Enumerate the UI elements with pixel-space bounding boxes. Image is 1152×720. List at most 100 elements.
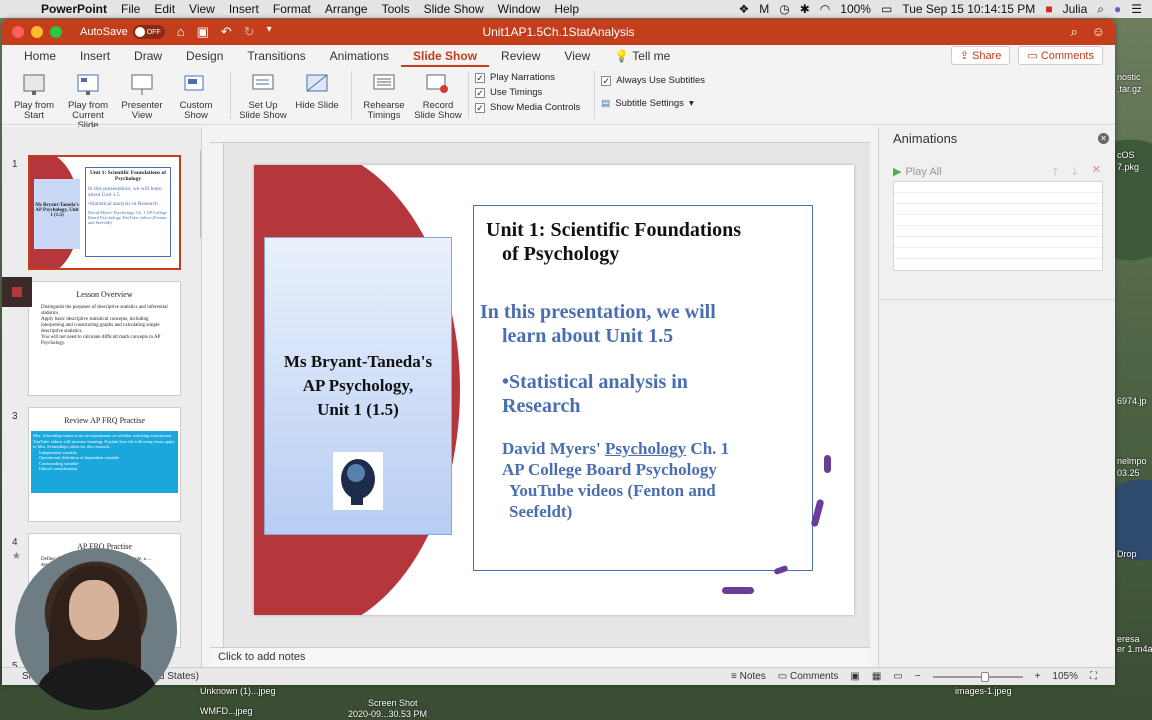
delete-icon[interactable]: ✕ (1092, 163, 1101, 182)
notes-toggle[interactable]: ≡ Notes (731, 671, 766, 682)
slide-sorter-icon[interactable]: ▦ (872, 671, 881, 682)
slide-thumbnail[interactable]: Review AP FRQ Practise Mrs. Schmidlap wa… (28, 407, 181, 522)
menu-file[interactable]: File (114, 2, 147, 16)
set-up-slide-show-button[interactable]: Set Up Slide Show (237, 71, 289, 121)
tab-slide-show[interactable]: Slide Show (401, 49, 490, 67)
slide-canvas[interactable]: Ms Bryant-Taneda's AP Psychology, Unit 1… (254, 165, 854, 615)
user-menu[interactable]: Julia (1063, 2, 1088, 16)
desktop-label[interactable]: WMFD...jpeg (200, 706, 253, 716)
ref-link[interactable]: Psychology (605, 439, 686, 458)
tab-draw[interactable]: Draw (122, 49, 174, 67)
zoom-out-icon[interactable]: − (915, 671, 921, 682)
zoom-window-button[interactable] (50, 26, 62, 38)
spotlight-search-icon[interactable]: ⌕ (1097, 2, 1104, 17)
always-use-subtitles-checkbox[interactable]: ✓ Always Use Subtitles (601, 75, 705, 86)
close-icon[interactable]: ✕ (1098, 133, 1109, 144)
use-timings-checkbox[interactable]: ✓ Use Timings (475, 87, 580, 98)
content-textbox[interactable]: Unit 1: Scientific Foundations of Psycho… (473, 205, 813, 571)
slide-show-view-icon[interactable]: ▭ (893, 671, 902, 682)
desktop-label[interactable]: Unknown (1)...jpeg (200, 686, 276, 696)
thumbnails-scrollbar[interactable] (200, 149, 201, 239)
desktop-label[interactable]: 6974.jp (1117, 396, 1147, 406)
menu-slide-show[interactable]: Slide Show (417, 2, 491, 16)
zoom-slider-knob[interactable] (980, 671, 989, 682)
search-icon[interactable]: ⌕ (1070, 24, 1077, 40)
play-narrations-checkbox[interactable]: ✓ Play Narrations (475, 72, 580, 83)
play-from-current-slide-button[interactable]: Play from Current Slide (62, 71, 114, 131)
notification-center-icon[interactable]: ☰ (1131, 2, 1142, 16)
tab-home[interactable]: Home (12, 49, 68, 67)
slide-thumbnail[interactable]: Ms Bryant-Taneda's AP Psychology, Unit 1… (28, 155, 181, 270)
slide-thumbnail[interactable]: Lesson Overview Distinguish the purposes… (28, 281, 181, 396)
close-window-button[interactable] (12, 26, 24, 38)
desktop-label[interactable]: eresa (1117, 634, 1140, 644)
comments-button[interactable]: ▭ Comments (1018, 46, 1103, 65)
clock[interactable]: Tue Sep 15 10:14:15 PM (902, 2, 1035, 16)
menu-insert[interactable]: Insert (222, 2, 266, 16)
menu-help[interactable]: Help (547, 2, 586, 16)
record-overlay-button[interactable] (2, 277, 32, 307)
desktop-label[interactable]: cOS (1117, 150, 1135, 160)
normal-view-icon[interactable]: ▣ (850, 671, 859, 682)
minimize-window-button[interactable] (31, 26, 43, 38)
menu-format[interactable]: Format (266, 2, 318, 16)
redo-icon[interactable]: ↻ (244, 24, 255, 40)
play-all-button[interactable]: ▶ Play All (893, 165, 942, 179)
show-media-controls-checkbox[interactable]: ✓ Show Media Controls (475, 102, 580, 113)
comments-toggle[interactable]: ▭ Comments (778, 671, 839, 682)
desktop-label[interactable]: .tar.gz (1117, 84, 1142, 94)
presenter-view-button[interactable]: Presenter View (116, 71, 168, 121)
fit-to-window-icon[interactable]: ⛶ (1090, 671, 1097, 682)
custom-show-button[interactable]: Custom Show (170, 71, 222, 121)
rehearse-timings-button[interactable]: Rehearse Timings (358, 71, 410, 121)
language-indicator[interactable]: d States) (159, 671, 199, 682)
tab-insert[interactable]: Insert (68, 49, 122, 67)
battery-percent[interactable]: 100% (840, 2, 871, 16)
subtitle-settings-dropdown[interactable]: ▤ Subtitle Settings ▾ (601, 98, 705, 109)
title-card[interactable]: Ms Bryant-Taneda's AP Psychology, Unit 1… (264, 237, 452, 535)
desktop-label[interactable]: 2020-09...30.53 PM (348, 709, 427, 719)
siri-icon[interactable]: ● (1114, 2, 1121, 16)
desktop-label[interactable]: images-1.jpeg (955, 686, 1012, 696)
tab-review[interactable]: Review (489, 49, 552, 67)
tab-transitions[interactable]: Transitions (235, 49, 317, 67)
wifi-icon[interactable]: ◠ (820, 2, 830, 16)
bluetooth-icon[interactable]: ✱ (800, 2, 810, 16)
flag-icon[interactable]: ■ (1045, 2, 1052, 16)
home-icon[interactable]: ⌂ (177, 24, 185, 40)
desktop-label[interactable]: Screen Shot (368, 698, 418, 708)
save-icon[interactable]: ▣ (197, 24, 209, 40)
malwarebytes-icon[interactable]: M (759, 2, 769, 16)
desktop-label[interactable]: er 1.m4a (1117, 644, 1152, 654)
menu-tools[interactable]: Tools (375, 2, 417, 16)
animation-list[interactable] (893, 181, 1103, 271)
play-from-start-button[interactable]: Play from Start (8, 71, 60, 121)
tab-view[interactable]: View (552, 49, 602, 67)
autosave-toggle[interactable]: OFF (132, 25, 165, 39)
time-machine-icon[interactable]: ◷ (779, 2, 789, 16)
ink-mark[interactable] (824, 455, 831, 473)
brain-head-image[interactable] (333, 452, 383, 510)
zoom-in-icon[interactable]: + (1035, 671, 1041, 682)
desktop-label[interactable]: nelmpo (1117, 456, 1147, 466)
menu-app[interactable]: PowerPoint (34, 2, 114, 16)
desktop-label[interactable]: Drop (1117, 549, 1137, 559)
undo-icon[interactable]: ↶ (221, 24, 232, 40)
record-slide-show-button[interactable]: Record Slide Show (412, 71, 464, 121)
hide-slide-button[interactable]: Hide Slide (291, 71, 343, 111)
tell-me[interactable]: 💡 Tell me (602, 49, 682, 67)
move-down-icon[interactable]: 🡓 (1072, 163, 1078, 182)
customize-toolbar-icon[interactable]: ▾ (267, 24, 272, 40)
desktop-label[interactable]: 03.25 (1117, 468, 1140, 478)
menu-arrange[interactable]: Arrange (318, 2, 375, 16)
menu-edit[interactable]: Edit (147, 2, 182, 16)
desktop-label[interactable]: nostic (1117, 72, 1141, 82)
battery-icon[interactable]: ▭ (881, 2, 892, 16)
feedback-icon[interactable]: ☺ (1092, 24, 1105, 40)
tab-animations[interactable]: Animations (318, 49, 401, 67)
menu-window[interactable]: Window (491, 2, 548, 16)
zoom-level[interactable]: 105% (1052, 671, 1078, 682)
ink-mark[interactable] (722, 587, 754, 594)
desktop-label[interactable]: 7.pkg (1117, 162, 1139, 172)
notes-pane[interactable]: Click to add notes (210, 647, 870, 667)
